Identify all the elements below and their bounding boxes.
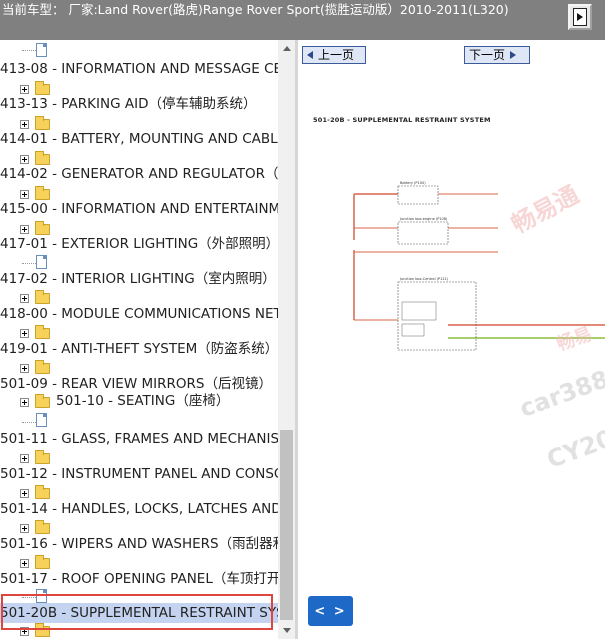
diagram-label: Junction box-engine (P108) [399,217,448,221]
folder-icon [35,394,50,408]
tree-item-501-11[interactable]: 501-11 - GLASS, FRAMES AND MECHANISMS [0,429,278,449]
tree-item-413-13[interactable]: 413-13 - PARKING AID（停车辅助系统） [0,94,256,114]
expand-icon[interactable] [20,329,29,338]
tree-item-501-12[interactable]: 501-12 - INSTRUMENT PANEL AND CONSOLE [0,464,278,484]
toggle-navigation-button[interactable]: < > [308,596,353,626]
arrow-right-icon [510,51,517,59]
document-icon [36,43,47,57]
tree-item-501-10[interactable]: 501-10 - SEATING（座椅） [56,391,229,411]
expand-icon[interactable] [20,120,29,129]
chapter-tree: 413-08 - INFORMATION AND MESSAGE CENTER … [0,40,278,639]
expand-icon[interactable] [20,155,29,164]
tree-item-501-16[interactable]: 501-16 - WIPERS AND WASHERS（雨刮器和清洗器） [0,534,278,554]
expand-icon[interactable] [20,225,29,234]
selection-highlight [1,594,273,630]
document-title: 501-20B - SUPPLEMENTAL RESTRAINT SYSTEM [313,116,491,124]
expand-icon[interactable] [20,398,29,407]
tree-item-501-14[interactable]: 501-14 - HANDLES, LOCKS, LATCHES AND ENT… [0,499,278,519]
expand-icon[interactable] [20,559,29,568]
tree-connector [22,50,36,52]
tree-scrollbar[interactable] [278,40,295,639]
folder-icon [35,485,50,499]
tree-connector [22,422,36,424]
expand-icon[interactable] [20,489,29,498]
exit-button[interactable] [568,4,592,30]
document-toolbar: 上一页 下一页 [298,40,605,68]
tree-item-419-01[interactable]: 419-01 - ANTI-THEFT SYSTEM（防盗系统） [0,339,278,359]
expand-icon[interactable] [20,524,29,533]
watermark: CY20 [543,424,605,474]
title-bar: 当前车型： 厂家:Land Rover(路虎)Range Rover Sport… [0,0,605,40]
tree-item-415-00[interactable]: 415-00 - INFORMATION AND ENTERTAINMENT S… [0,199,278,219]
tree-connector [22,263,36,265]
arrow-left-icon [307,51,313,59]
expand-icon[interactable] [20,294,29,303]
expand-icon[interactable] [20,85,29,94]
window-title: 当前车型： 厂家:Land Rover(路虎)Range Rover Sport… [2,2,509,17]
document-icon [36,413,47,427]
scroll-down-icon[interactable] [278,622,295,639]
folder-icon [35,520,50,534]
previous-page-button[interactable]: 上一页 [302,46,366,64]
tree-item-418-00[interactable]: 418-00 - MODULE COMMUNICATIONS NETWORK [0,304,278,324]
scroll-thumb[interactable] [280,430,293,620]
document-viewer: 上一页 下一页 501-20B - SUPPLEMENTAL RESTRAINT… [298,40,605,639]
tree-item-501-17[interactable]: 501-17 - ROOF OPENING PANEL（车顶打开面板） [0,569,278,589]
expand-icon[interactable] [20,190,29,199]
folder-icon [35,290,50,304]
next-page-button[interactable]: 下一页 [464,46,530,64]
expand-icon[interactable] [20,364,29,373]
folder-icon [35,325,50,339]
diagram-label: Junction box-Central (P121) [399,277,449,281]
diagram-wires [353,193,605,339]
folder-icon [35,555,50,569]
tree-item-417-01[interactable]: 417-01 - EXTERIOR LIGHTING（外部照明） [0,234,278,254]
diagram-labels: Battery (P100) Junction box-engine (P108… [399,181,449,281]
expand-icon[interactable] [20,454,29,463]
tree-item-414-01[interactable]: 414-01 - BATTERY, MOUNTING AND CABLES [0,129,278,149]
scroll-up-icon[interactable] [278,40,295,57]
diagram-label: Battery (P100) [400,181,426,185]
tree-item-417-02[interactable]: 417-02 - INTERIOR LIGHTING（室内照明） [0,269,276,289]
tree-item-414-02[interactable]: 414-02 - GENERATOR AND REGULATOR（发电机和调节器… [0,164,278,184]
document-icon [36,255,47,269]
tree-item-413-08[interactable]: 413-08 - INFORMATION AND MESSAGE CENTER [0,59,278,79]
folder-icon [35,360,50,374]
exit-icon [573,8,587,26]
folder-icon [35,450,50,464]
